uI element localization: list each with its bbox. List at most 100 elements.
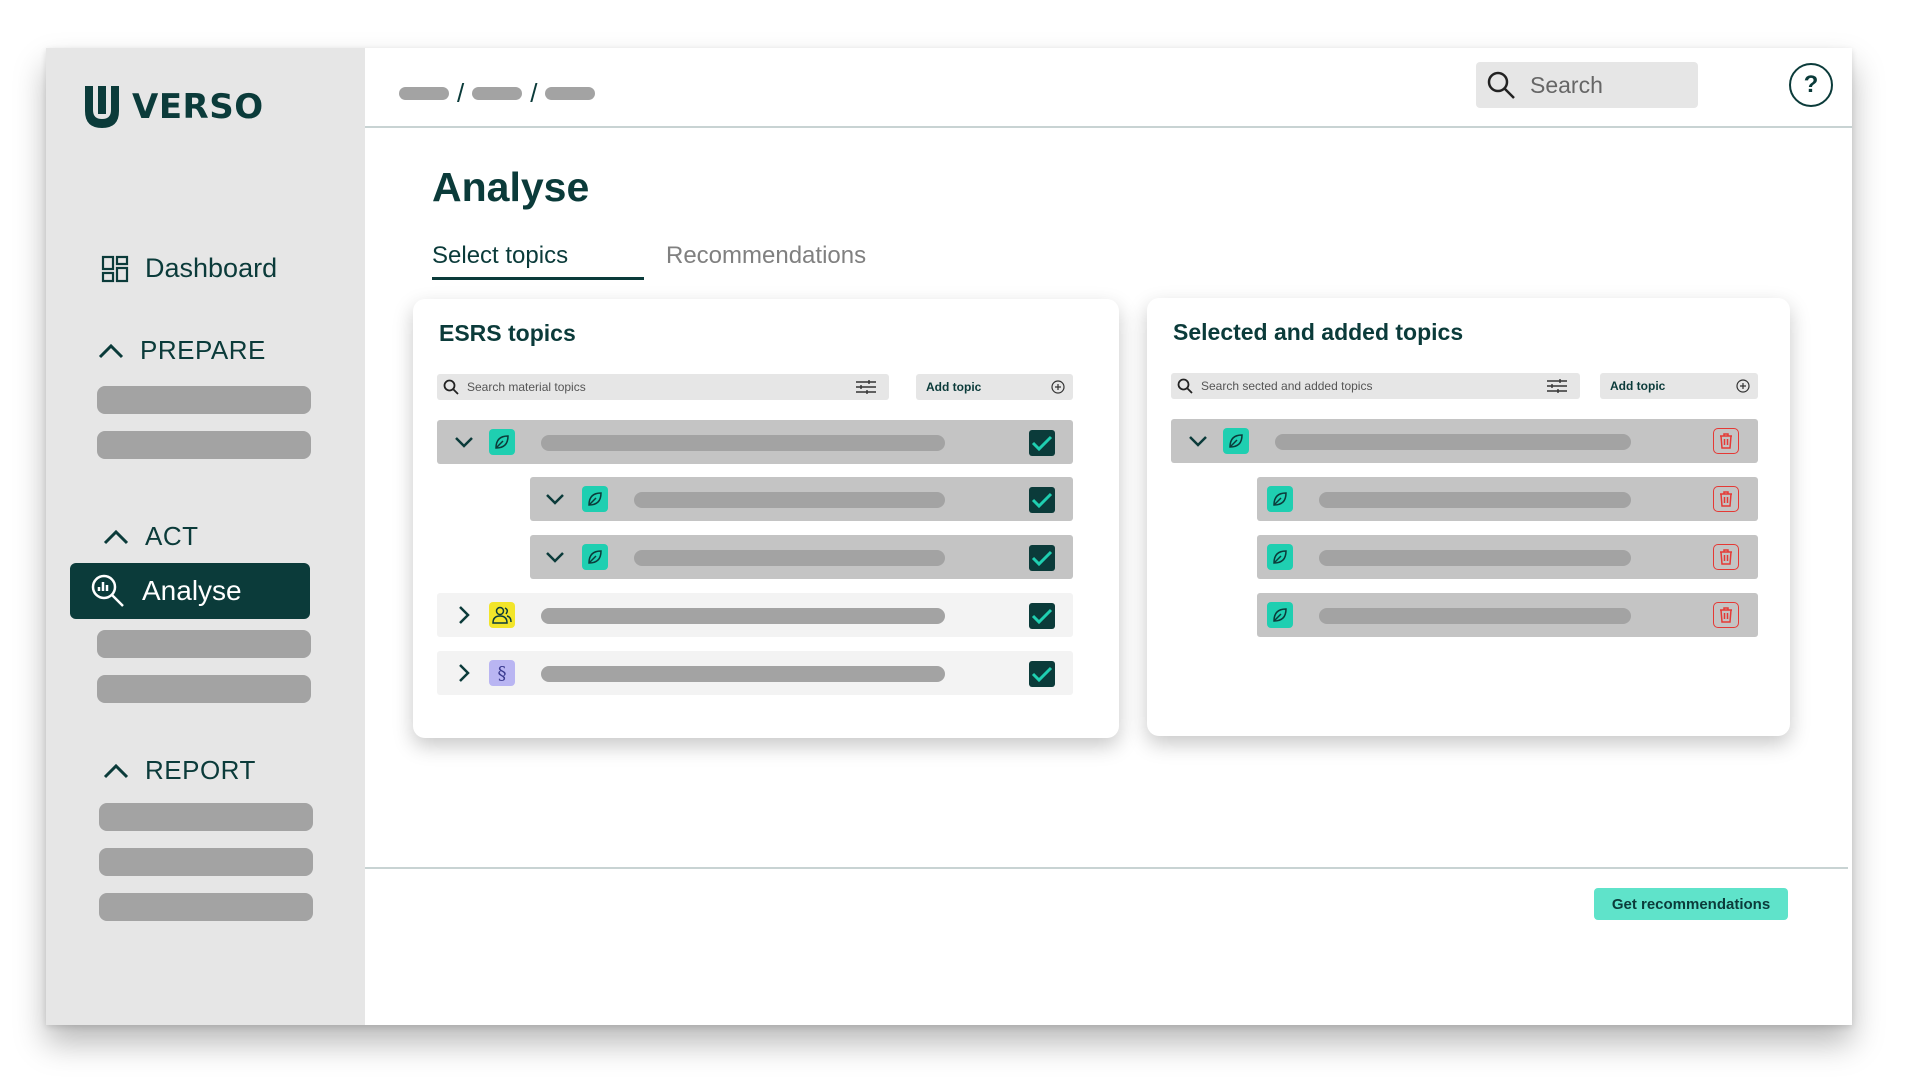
selected-topic-row[interactable] xyxy=(1171,419,1758,463)
sidebar-item-analyse[interactable]: Analyse xyxy=(70,563,310,619)
selected-topic-row[interactable] xyxy=(1257,593,1758,637)
app-window: VERSO Dashboard PREPARE ACT Analyse REPO… xyxy=(46,48,1852,1025)
chevron-up-icon xyxy=(103,529,129,544)
breadcrumb-item[interactable] xyxy=(472,87,523,100)
verso-logo-icon xyxy=(85,86,119,128)
logo[interactable]: VERSO xyxy=(82,84,264,130)
add-topic-label: Add topic xyxy=(926,380,982,394)
chevron-up-icon xyxy=(98,343,124,358)
plus-circle-icon xyxy=(1051,380,1065,394)
dashboard-grid-icon xyxy=(101,255,129,282)
topic-title-placeholder xyxy=(541,435,945,451)
card-title: Selected and added topics xyxy=(1173,319,1464,345)
checkbox-checked[interactable] xyxy=(1029,487,1055,513)
breadcrumb: / / xyxy=(399,78,596,109)
topic-row[interactable] xyxy=(530,535,1073,579)
topic-row[interactable] xyxy=(437,593,1073,637)
leaf-icon xyxy=(582,486,608,512)
topic-title-placeholder xyxy=(1275,434,1631,450)
topic-title-placeholder xyxy=(634,492,945,508)
topic-title-placeholder xyxy=(541,666,945,682)
topic-title-placeholder xyxy=(1319,608,1631,624)
chevron-right-icon[interactable] xyxy=(453,604,475,626)
esrs-search-input[interactable]: Search material topics xyxy=(437,374,889,400)
chevron-down-icon[interactable] xyxy=(544,546,566,568)
active-tab-indicator xyxy=(432,277,644,280)
footer-divider xyxy=(365,867,1848,869)
esrs-search-placeholder: Search material topics xyxy=(467,380,586,394)
topic-title-placeholder xyxy=(1319,492,1631,508)
checkbox-checked[interactable] xyxy=(1029,661,1055,687)
sidebar-item-placeholder[interactable] xyxy=(97,675,311,703)
get-recommendations-button[interactable]: Get recommendations xyxy=(1594,888,1788,920)
esrs-topics-card: ESRS topics Search material topics Add t… xyxy=(413,299,1119,738)
section-act[interactable]: ACT xyxy=(103,521,199,552)
topic-title-placeholder xyxy=(634,550,945,566)
sidebar-item-placeholder[interactable] xyxy=(99,893,313,921)
trash-icon[interactable] xyxy=(1713,428,1739,454)
selected-topic-row[interactable] xyxy=(1257,535,1758,579)
help-icon: ? xyxy=(1803,71,1819,98)
section-prepare-label: PREPARE xyxy=(140,335,266,365)
section-prepare[interactable]: PREPARE xyxy=(98,335,266,366)
section-report[interactable]: REPORT xyxy=(103,755,256,786)
trash-icon[interactable] xyxy=(1713,602,1739,628)
chevron-down-icon[interactable] xyxy=(544,488,566,510)
leaf-icon xyxy=(1267,544,1293,570)
add-topic-label: Add topic xyxy=(1610,379,1666,393)
leaf-icon xyxy=(582,544,608,570)
plus-circle-icon xyxy=(1736,379,1750,393)
topic-row[interactable] xyxy=(437,420,1073,464)
checkbox-checked[interactable] xyxy=(1029,545,1055,571)
sidebar: VERSO Dashboard PREPARE ACT Analyse REPO… xyxy=(46,48,365,1025)
card-title: ESRS topics xyxy=(439,320,576,346)
sidebar-item-dashboard-label: Dashboard xyxy=(145,253,278,283)
breadcrumb-separator: / xyxy=(530,78,538,108)
checkbox-checked[interactable] xyxy=(1029,603,1055,629)
analyse-magnifier-icon xyxy=(91,574,124,607)
leaf-icon xyxy=(1267,602,1293,628)
breadcrumb-item[interactable] xyxy=(545,87,596,100)
people-icon xyxy=(489,602,515,628)
filter-sliders-icon[interactable] xyxy=(855,379,877,395)
filter-sliders-icon[interactable] xyxy=(1546,378,1568,394)
checkbox-checked[interactable] xyxy=(1029,430,1055,456)
section-sign-icon: § xyxy=(489,660,515,686)
global-search-placeholder: Search xyxy=(1530,71,1603,98)
topic-title-placeholder xyxy=(1319,550,1631,566)
sidebar-item-placeholder[interactable] xyxy=(99,848,313,876)
sidebar-item-placeholder[interactable] xyxy=(97,431,311,459)
topic-row[interactable] xyxy=(530,477,1073,521)
search-icon xyxy=(1177,378,1193,394)
chevron-right-icon[interactable] xyxy=(453,662,475,684)
chevron-up-icon xyxy=(103,763,129,778)
trash-icon[interactable] xyxy=(1713,544,1739,570)
esrs-add-topic-button[interactable]: Add topic xyxy=(916,374,1073,400)
page-title: Analyse xyxy=(432,164,590,210)
logo-text: VERSO xyxy=(132,87,264,127)
tab-select-topics[interactable]: Select topics xyxy=(432,242,568,270)
selected-topic-row[interactable] xyxy=(1257,477,1758,521)
sidebar-item-placeholder[interactable] xyxy=(99,803,313,831)
tab-recommendations[interactable]: Recommendations xyxy=(666,242,866,270)
breadcrumb-item[interactable] xyxy=(399,87,449,100)
sidebar-item-placeholder[interactable] xyxy=(97,386,311,414)
selected-search-input[interactable]: Search sected and added topics xyxy=(1171,373,1580,399)
sidebar-item-placeholder[interactable] xyxy=(97,630,311,658)
trash-icon[interactable] xyxy=(1713,486,1739,512)
chevron-down-icon[interactable] xyxy=(453,431,475,453)
breadcrumb-separator: / xyxy=(457,78,465,108)
selected-add-topic-button[interactable]: Add topic xyxy=(1600,373,1758,399)
chevron-down-icon[interactable] xyxy=(1187,430,1209,452)
top-bar: / / Search ? xyxy=(365,48,1852,128)
search-icon xyxy=(1487,71,1515,99)
selected-topics-card: Selected and added topics Search sected … xyxy=(1147,298,1790,736)
leaf-icon xyxy=(489,429,515,455)
topic-title-placeholder xyxy=(541,608,945,624)
selected-search-placeholder: Search sected and added topics xyxy=(1201,379,1373,393)
help-button[interactable]: ? xyxy=(1789,63,1833,107)
global-search[interactable]: Search xyxy=(1476,62,1698,108)
section-report-label: REPORT xyxy=(145,755,256,785)
sidebar-item-dashboard[interactable]: Dashboard xyxy=(101,253,277,284)
topic-row[interactable]: § xyxy=(437,651,1073,695)
